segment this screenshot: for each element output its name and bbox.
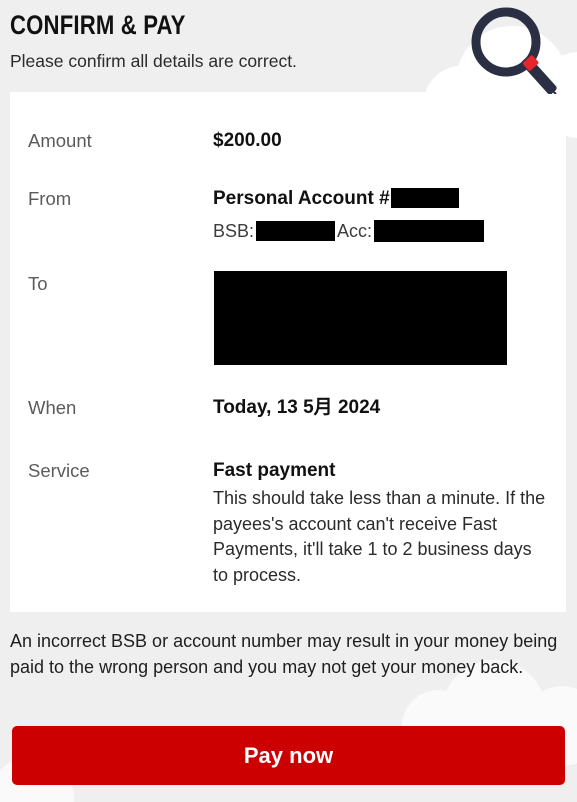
detail-row-when: When Today, 13 5月 2024 — [10, 395, 566, 421]
from-label: From — [28, 188, 72, 209]
amount-label: Amount — [28, 130, 92, 151]
when-label: When — [28, 397, 77, 418]
redacted-acc — [374, 220, 485, 243]
magnifying-glass-icon — [471, 7, 557, 94]
payment-details-card: Amount $200.00 From Personal Account # B… — [10, 92, 566, 612]
page-title: CONFIRM & PAY — [10, 10, 186, 40]
from-account-name-text: Personal Account # — [213, 188, 390, 209]
service-description: This should take less than a minute. If … — [213, 488, 546, 585]
pay-now-button[interactable]: Pay now — [12, 726, 565, 785]
to-label: To — [28, 273, 48, 294]
from-account-name: Personal Account # — [213, 186, 550, 212]
redacted-account-number — [390, 187, 459, 208]
detail-row-to: To — [10, 271, 566, 365]
service-label: Service — [28, 460, 90, 481]
bsb-label: BSB: — [213, 221, 255, 241]
detail-row-service: Service Fast payment This should take le… — [10, 458, 566, 588]
when-value: Today, 13 5月 2024 — [213, 397, 381, 418]
from-bsb-acc-line: BSB: Acc: — [213, 218, 550, 244]
amount-value: $200.00 — [213, 130, 282, 151]
acc-label: Acc: — [337, 221, 373, 241]
detail-row-amount: Amount $200.00 — [10, 128, 566, 154]
service-name: Fast payment — [213, 460, 336, 481]
redacted-payee — [214, 271, 507, 365]
bsb-warning-text: An incorrect BSB or account number may r… — [10, 631, 558, 677]
detail-row-from: From Personal Account # BSB: Acc: — [10, 186, 566, 244]
redacted-bsb — [256, 221, 336, 242]
